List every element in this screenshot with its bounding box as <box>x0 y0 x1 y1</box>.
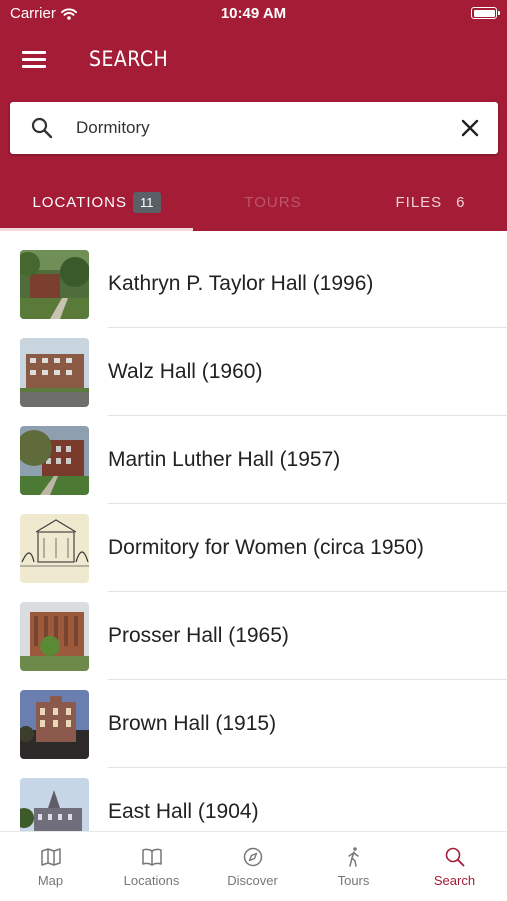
location-thumbnail <box>20 602 89 671</box>
tab-locations-label: LOCATIONS <box>32 193 128 211</box>
menu-button[interactable] <box>22 48 48 72</box>
segmented-tabs: LOCATIONS 11 TOURS FILES 6 <box>0 176 507 231</box>
location-name: Dormitory for Women (circa 1950) <box>108 536 424 559</box>
location-thumbnail <box>20 690 89 759</box>
location-thumbnail <box>20 338 89 407</box>
search-bar <box>10 102 498 154</box>
location-name: East Hall (1904) <box>108 800 259 823</box>
status-bar: Carrier 10:49 AM <box>0 0 507 28</box>
location-thumbnail <box>20 514 89 583</box>
page-title: SEARCH <box>89 47 169 71</box>
app-header: Carrier 10:49 AM SEARCH LOCATIONS 11 <box>0 0 507 231</box>
compass-icon <box>243 847 263 867</box>
nav-discover[interactable]: Discover <box>202 832 303 901</box>
bottom-tab-bar: Map Locations Discover Tours Search <box>0 831 507 901</box>
nav-label: Search <box>433 873 476 888</box>
tab-locations[interactable]: LOCATIONS 11 <box>0 176 193 228</box>
results-list: Kathryn P. Taylor Hall (1996) Walz Hall … <box>0 231 507 831</box>
nav-locations[interactable]: Locations <box>101 832 202 901</box>
battery-icon <box>471 7 500 19</box>
list-item[interactable]: Martin Luther Hall (1957) <box>0 407 507 504</box>
location-thumbnail <box>20 250 89 319</box>
list-item[interactable]: Walz Hall (1960) <box>0 319 507 416</box>
status-time: 10:49 AM <box>220 5 287 22</box>
nav-label: Locations <box>123 873 180 888</box>
search-icon <box>31 117 53 139</box>
nav-tours[interactable]: Tours <box>303 832 404 901</box>
book-icon <box>142 848 162 866</box>
search-icon <box>445 847 465 867</box>
tab-tours-label: TOURS <box>244 193 302 211</box>
locations-count-badge: 11 <box>133 191 161 213</box>
files-count: 6 <box>456 193 465 211</box>
list-item[interactable]: Dormitory for Women (circa 1950) <box>0 495 507 592</box>
location-thumbnail <box>20 426 89 495</box>
search-input[interactable] <box>76 112 436 144</box>
nav-label: Tours <box>337 873 370 888</box>
close-icon[interactable] <box>460 118 480 138</box>
list-item[interactable]: East Hall (1904) <box>0 759 507 831</box>
walking-person-icon <box>348 847 359 867</box>
nav-label: Discover <box>227 873 278 888</box>
location-name: Martin Luther Hall (1957) <box>108 448 341 471</box>
nav-label: Map <box>37 873 64 888</box>
tab-files[interactable]: FILES 6 <box>353 176 507 228</box>
tab-tours[interactable]: TOURS <box>193 176 353 228</box>
location-name: Prosser Hall (1965) <box>108 624 289 647</box>
location-name: Brown Hall (1915) <box>108 712 277 735</box>
list-item[interactable]: Kathryn P. Taylor Hall (1996) <box>0 231 507 328</box>
list-item[interactable]: Prosser Hall (1965) <box>0 583 507 680</box>
location-thumbnail <box>20 778 89 831</box>
tab-files-label: FILES <box>395 193 443 211</box>
map-icon <box>41 848 61 866</box>
location-name: Kathryn P. Taylor Hall (1996) <box>108 272 374 295</box>
nav-map[interactable]: Map <box>0 832 101 901</box>
location-name: Walz Hall (1960) <box>108 360 263 383</box>
list-item[interactable]: Brown Hall (1915) <box>0 671 507 768</box>
nav-search[interactable]: Search <box>404 832 505 901</box>
